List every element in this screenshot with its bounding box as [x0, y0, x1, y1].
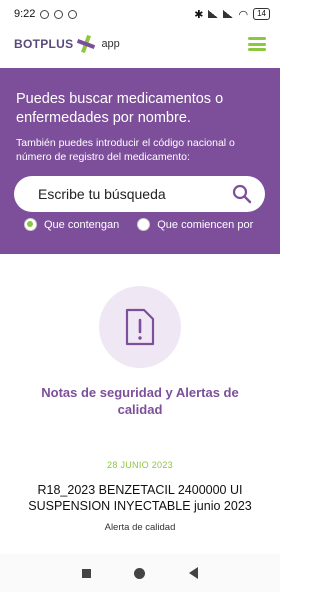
logo[interactable]: BOTPLUS app [14, 35, 120, 53]
recent-apps-icon[interactable] [81, 568, 91, 578]
search-icon[interactable] [231, 183, 253, 205]
hamburger-menu-icon[interactable] [248, 37, 266, 51]
status-right: ✱ ◠ 14 [194, 8, 270, 21]
signal2-icon [223, 10, 234, 18]
logo-cross-icon [77, 35, 95, 53]
wifi-icon: ◠ [238, 8, 249, 21]
radio-start-dot[interactable] [137, 218, 151, 231]
bluetooth-icon: ✱ [194, 8, 204, 21]
whatsapp-icon [54, 9, 64, 19]
section-title[interactable]: Notas de seguridad y Alertas de calidad [20, 384, 260, 418]
status-time: 9:22 [14, 8, 36, 20]
logo-text: BOTPLUS [14, 37, 74, 51]
search-input[interactable] [38, 186, 231, 202]
settings-icon [68, 9, 78, 19]
news-title[interactable]: R18_2023 BENZETACIL 2400000 UI SUSPENSIO… [12, 482, 268, 514]
search-hero: Puedes buscar medicamentos o enfermedade… [0, 68, 280, 254]
search-box [14, 176, 265, 212]
hero-subtitle: También puedes introducir el código naci… [16, 137, 235, 163]
status-left: 9:22 [14, 8, 78, 20]
radio-contain-label: Que contengan [44, 218, 120, 231]
hero-title: Puedes buscar medicamentos o enfermedade… [16, 91, 224, 126]
battery-icon: 14 [253, 8, 270, 20]
safety-note-icon[interactable] [99, 286, 181, 368]
back-icon[interactable] [189, 567, 199, 579]
search-mode-radios: Que contengan Que comiencen por [24, 218, 280, 231]
logo-app-label: app [101, 38, 120, 50]
radio-start-label: Que comiencen por [157, 218, 254, 231]
radio-contain[interactable]: Que contengan [24, 218, 119, 231]
alarm-icon [40, 9, 50, 19]
home-icon[interactable] [134, 567, 146, 579]
app-header: BOTPLUS app [0, 28, 280, 60]
news-tag: Alerta de calidad [104, 522, 176, 533]
signal-icon [208, 10, 219, 18]
radio-start[interactable]: Que comiencen por [137, 218, 253, 231]
status-bar: 9:22 ✱ ◠ 14 [0, 0, 280, 28]
radio-contain-dot[interactable] [24, 218, 37, 231]
system-nav-bar [0, 554, 280, 592]
news-date: 28 JUNIO 2023 [107, 460, 173, 470]
